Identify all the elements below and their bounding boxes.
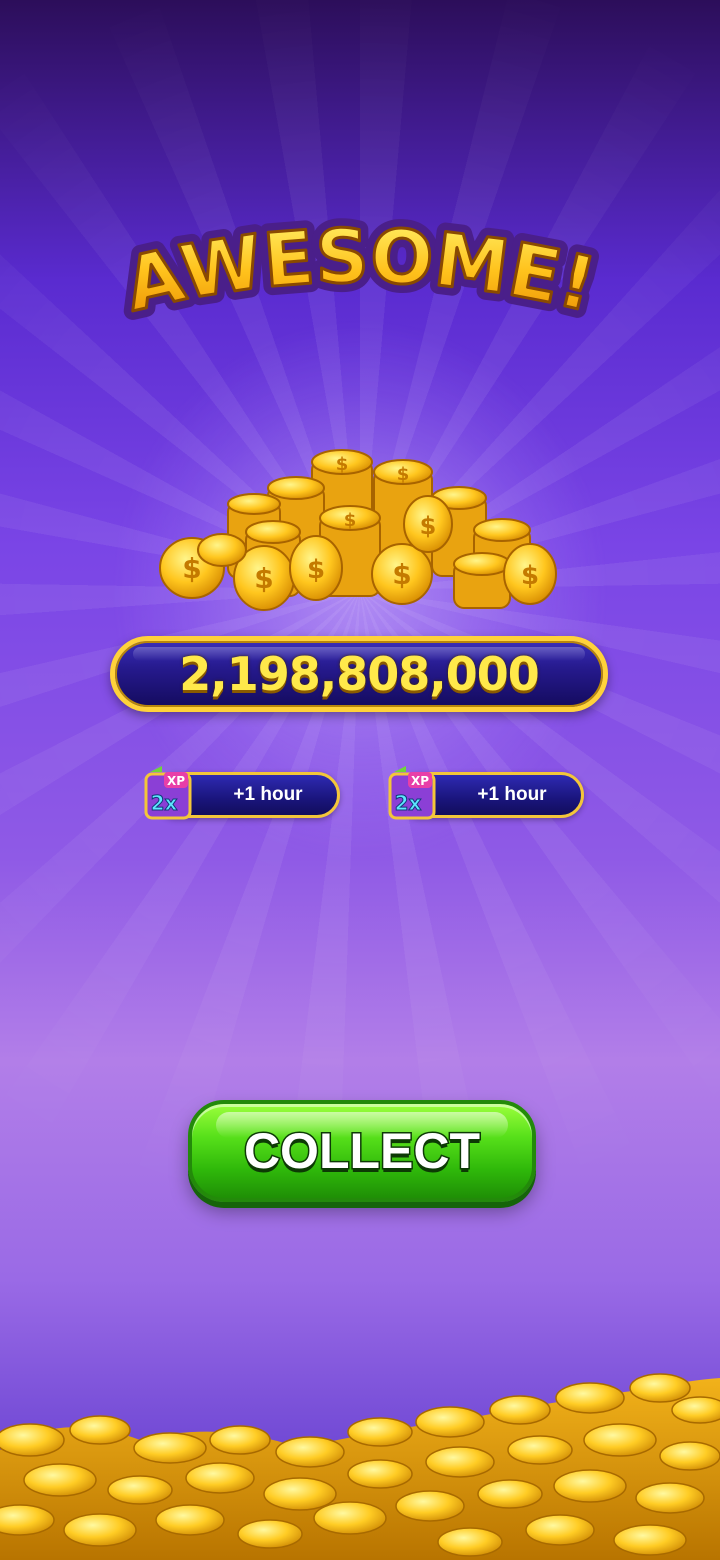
title-text: AWESOME!: [116, 212, 605, 330]
collect-button-label: COLLECT: [242, 1122, 481, 1181]
multiplier-badge: 2x: [395, 791, 422, 815]
awesome-title: AWESOME! AWESOME!: [110, 205, 610, 338]
2x-xp-booster-icon: XP 2x: [144, 766, 192, 820]
reward-amount: 2,198,808,000: [179, 647, 539, 701]
xp-badge: XP: [167, 774, 185, 788]
svg-text:$: $: [521, 561, 539, 591]
svg-text:$: $: [344, 510, 357, 531]
svg-text:$: $: [254, 562, 273, 595]
svg-text:$: $: [336, 454, 349, 475]
svg-text:$: $: [420, 512, 437, 540]
coin-pile-icon: $ $ $ $ $ $ $ $ $: [159, 449, 557, 611]
collect-button[interactable]: COLLECT: [188, 1100, 536, 1202]
bonus-item-1: XP 2x +1 hour: [140, 766, 342, 822]
svg-text:$: $: [397, 464, 410, 485]
svg-text:$: $: [392, 558, 411, 591]
2x-xp-booster-icon: XP 2x: [388, 766, 436, 820]
multiplier-badge: 2x: [151, 791, 178, 815]
bonus-label: +1 hour: [233, 784, 303, 805]
svg-text:$: $: [182, 552, 201, 585]
svg-text:AWESOME!: AWESOME!: [117, 214, 603, 329]
bonus-item-2: XP 2x +1 hour: [384, 766, 586, 822]
coin-heap-icon: [0, 1373, 720, 1560]
xp-badge: XP: [411, 774, 429, 788]
reward-amount-bar: 2,198,808,000: [110, 636, 608, 712]
bonus-label: +1 hour: [477, 784, 547, 805]
svg-text:$: $: [307, 555, 325, 585]
